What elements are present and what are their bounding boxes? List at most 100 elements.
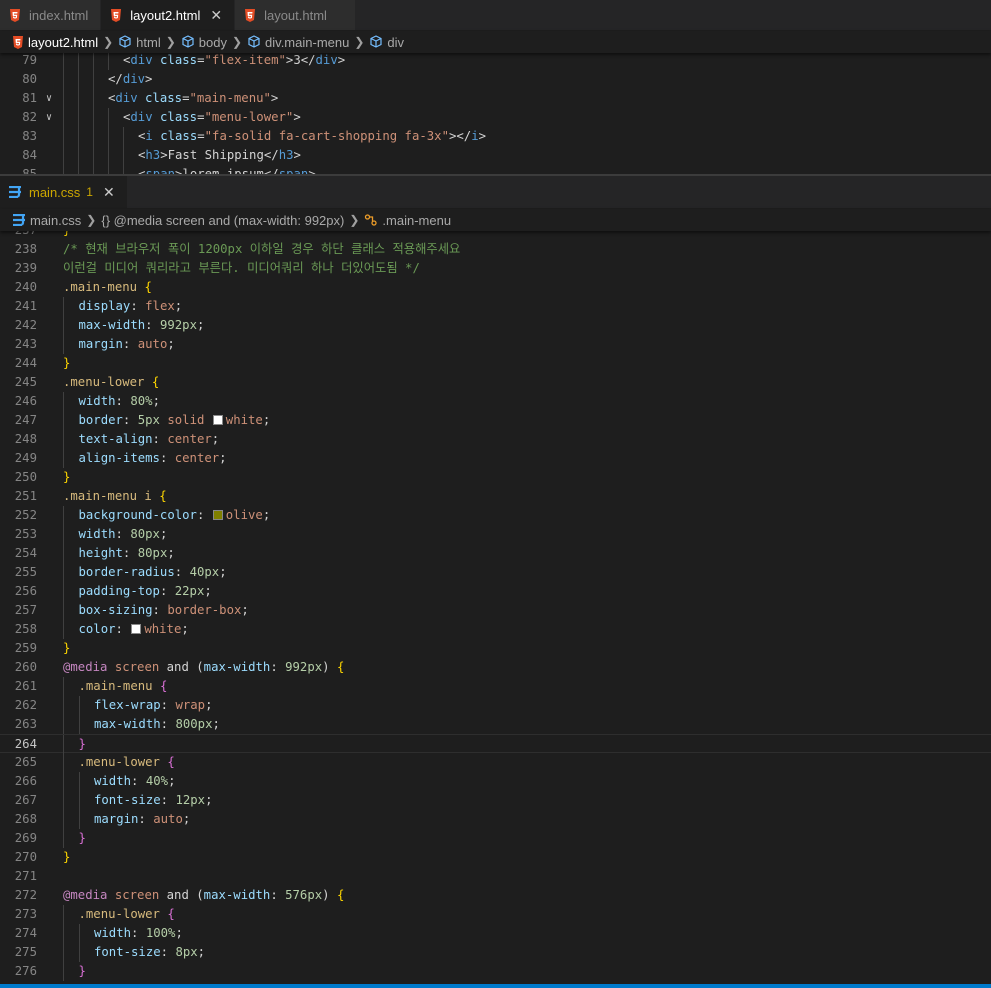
breadcrumb-item-body[interactable]: body xyxy=(181,35,227,50)
code-line[interactable]: 238 /* 현재 브라우저 폭이 1200px 이하일 경우 하단 클래스 적용… xyxy=(0,240,991,259)
code-line[interactable]: 266 width: 40%; xyxy=(0,772,991,791)
tab-main-css[interactable]: main.css 1 ✕ xyxy=(0,176,128,208)
code-line[interactable]: 269} xyxy=(0,829,991,848)
line-number: 272 xyxy=(14,888,37,902)
code-line[interactable]: 262 flex-wrap: wrap; xyxy=(0,696,991,715)
code-line[interactable]: 82 ∨ <div class="menu-lower"> xyxy=(0,108,991,127)
line-number: 262 xyxy=(14,698,37,712)
code-line[interactable]: 83 <i class="fa-solid fa-cart-shopping fa… xyxy=(0,127,991,146)
fold-chevron-icon[interactable]: ∨ xyxy=(46,89,52,108)
code-line[interactable]: 272 @media screen and (max-width: 576px) … xyxy=(0,886,991,905)
code-line[interactable]: 250} xyxy=(0,468,991,487)
line-number: 83 xyxy=(22,129,37,143)
code-text: } xyxy=(63,356,71,370)
indent-guide xyxy=(108,108,109,127)
breadcrumb-label: div xyxy=(387,34,405,50)
line-number: 84 xyxy=(22,148,37,162)
tab-layout-html[interactable]: layout.html xyxy=(235,0,356,30)
code-line[interactable]: 271 xyxy=(0,867,991,886)
line-number: 265 xyxy=(14,755,37,769)
close-icon[interactable]: ✕ xyxy=(103,184,115,201)
code-line[interactable]: 237} xyxy=(0,231,991,240)
code-line[interactable]: 265 .menu-lower { xyxy=(0,753,991,772)
breadcrumb-item-div[interactable]: div xyxy=(369,35,404,50)
code-line[interactable]: 240 .main-menu { xyxy=(0,278,991,297)
code-line[interactable]: 274 width: 100%; xyxy=(0,924,991,943)
line-number: 238 xyxy=(14,242,37,256)
line-number: 274 xyxy=(14,926,37,940)
line-number: 241 xyxy=(14,299,37,313)
code-text: display: flex; xyxy=(78,299,183,313)
line-number: 79 xyxy=(22,53,37,67)
html-editor[interactable]: 79 <div class="flex-item">3</div> 80 </div>… xyxy=(0,53,991,174)
breadcrumb-item-file[interactable]: layout2.html xyxy=(12,35,98,50)
code-line[interactable]: 81 ∨ <div class="main-menu"> xyxy=(0,89,991,108)
code-line[interactable]: 84 <h3>Fast Shipping</h3> xyxy=(0,146,991,165)
code-line[interactable]: 243 margin: auto; xyxy=(0,335,991,354)
code-line[interactable]: 85 <span>lorem ipsum</span> xyxy=(0,165,991,174)
line-number: 251 xyxy=(14,489,37,503)
code-line[interactable]: 246 width: 80%; xyxy=(0,392,991,411)
code-line[interactable]: 261 .main-menu { xyxy=(0,677,991,696)
selector-icon xyxy=(364,213,378,227)
breadcrumb-item-media[interactable]: {} @media screen and (max-width: 992px) xyxy=(101,213,344,228)
code-line[interactable]: 268 margin: auto; xyxy=(0,810,991,829)
code-text: .menu-lower { xyxy=(78,755,175,769)
code-line[interactable]: 245 .menu-lower { xyxy=(0,373,991,392)
code-line[interactable]: 255 border-radius: 40px; xyxy=(0,563,991,582)
indent-guide xyxy=(63,411,64,430)
code-line[interactable]: 79 <div class="flex-item">3</div> xyxy=(0,53,991,70)
tab-index-html[interactable]: index.html xyxy=(0,0,102,30)
code-line[interactable]: 249 align-items: center; xyxy=(0,449,991,468)
close-icon[interactable]: ✕ xyxy=(210,7,222,24)
css-editor[interactable]: 237} 238 /* 현재 브라우저 폭이 1200px 이하일 경우 하단 클래… xyxy=(0,231,991,984)
line-number: 273 xyxy=(14,907,37,921)
color-swatch[interactable] xyxy=(212,415,223,425)
line-number: 268 xyxy=(14,812,37,826)
code-line[interactable]: 275 font-size: 8px; xyxy=(0,943,991,962)
code-line[interactable]: 247 border: 5px solid white; xyxy=(0,411,991,430)
code-line[interactable]: 251 .main-menu i { xyxy=(0,487,991,506)
code-line[interactable]: 276} xyxy=(0,962,991,981)
code-line[interactable]: 256 padding-top: 22px; xyxy=(0,582,991,601)
code-line[interactable]: 239 이런걸 미디어 쿼리라고 부른다. 미디어쿼리 하나 더있어도됨 */ xyxy=(0,259,991,278)
indent-guide xyxy=(123,127,124,146)
css3-icon xyxy=(8,185,22,199)
line-number: 242 xyxy=(14,318,37,332)
fold-chevron-icon[interactable]: ∨ xyxy=(46,108,52,127)
breadcrumb-item-div-main-menu[interactable]: div.main-menu xyxy=(247,35,349,50)
indent-guide xyxy=(78,810,80,829)
code-line[interactable]: 263 max-width: 800px; xyxy=(0,715,991,734)
code-line[interactable]: 273 .menu-lower { xyxy=(0,905,991,924)
line-number: 261 xyxy=(14,679,37,693)
code-line[interactable]: 80 </div> xyxy=(0,70,991,89)
code-line[interactable]: 257 box-sizing: border-box; xyxy=(0,601,991,620)
code-line[interactable]: 253 width: 80px; xyxy=(0,525,991,544)
line-number: 250 xyxy=(14,470,37,484)
code-text: </div> xyxy=(108,72,153,86)
code-line[interactable]: 244} xyxy=(0,354,991,373)
code-line[interactable]: 248 text-align: center; xyxy=(0,430,991,449)
code-line[interactable]: 267 font-size: 12px; xyxy=(0,791,991,810)
code-line[interactable]: 242 max-width: 992px; xyxy=(0,316,991,335)
breadcrumb-label: {} @media screen and (max-width: 992px) xyxy=(101,212,345,228)
code-line[interactable]: 252 background-color: olive; xyxy=(0,506,991,525)
code-line[interactable]: 241 display: flex; xyxy=(0,297,991,316)
breadcrumb-item-file[interactable]: main.css xyxy=(12,213,81,228)
code-line[interactable]: 259} xyxy=(0,639,991,658)
indent-guide xyxy=(63,943,64,962)
color-swatch[interactable] xyxy=(212,510,223,520)
code-line[interactable]: 260 @media screen and (max-width: 992px) … xyxy=(0,658,991,677)
breadcrumb-label: layout2.html xyxy=(28,34,99,50)
code-line[interactable]: 264} xyxy=(0,734,991,754)
code-text: height: 80px; xyxy=(78,546,175,560)
breadcrumb-item-html[interactable]: html xyxy=(118,35,161,50)
code-line[interactable]: 270} xyxy=(0,848,991,867)
code-text: @media screen and (max-width: 992px) { xyxy=(63,660,345,674)
code-line[interactable]: 254 height: 80px; xyxy=(0,544,991,563)
breadcrumb-item-selector[interactable]: .main-menu xyxy=(364,213,451,228)
code-line[interactable]: 258 color: white; xyxy=(0,620,991,639)
code-text: font-size: 12px; xyxy=(94,793,213,807)
color-swatch[interactable] xyxy=(131,624,142,634)
tab-layout2-html[interactable]: layout2.html ✕ xyxy=(101,0,236,30)
